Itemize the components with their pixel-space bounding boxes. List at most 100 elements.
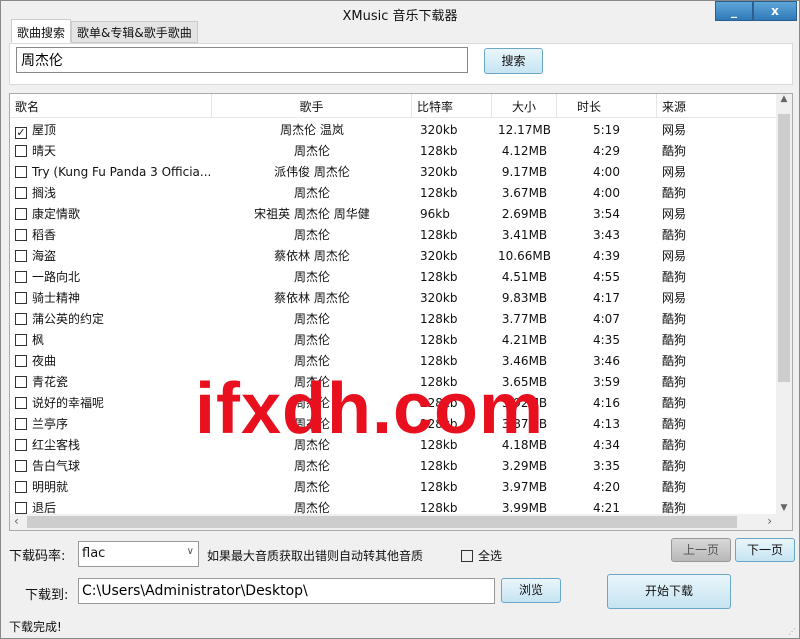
row-checkbox[interactable] <box>15 250 27 262</box>
table-row[interactable]: 明明就 周杰伦 128kb 3.97MB 4:20 酷狗 <box>10 476 777 497</box>
table-row[interactable]: 康定情歌 宋祖英 周杰伦 周华健 96kb 2.69MB 3:54 网易 <box>10 203 777 224</box>
row-checkbox[interactable] <box>15 271 27 283</box>
row-checkbox[interactable] <box>15 355 27 367</box>
tab-playlist-album[interactable]: 歌单&专辑&歌手歌曲 <box>71 21 198 43</box>
size: 3.92MB <box>501 395 548 410</box>
scroll-left-icon[interactable]: ‹ <box>14 514 19 528</box>
source: 酷狗 <box>662 396 687 410</box>
duration: 4:00 <box>593 164 620 179</box>
source: 酷狗 <box>662 354 687 368</box>
singer: 周杰伦 <box>293 396 330 410</box>
duration: 4:21 <box>593 500 620 515</box>
scroll-up-icon[interactable]: ▲ <box>776 94 792 104</box>
row-checkbox[interactable] <box>15 165 27 178</box>
table-row[interactable]: 夜曲 周杰伦 128kb 3.46MB 3:46 酷狗 <box>10 350 777 371</box>
table-row[interactable]: 骑士精神 蔡依林 周杰伦 320kb 9.83MB 4:17 网易 <box>10 287 777 308</box>
table-row[interactable]: 青花瓷 周杰伦 128kb 3.65MB 3:59 酷狗 <box>10 371 777 392</box>
size: 4.12MB <box>501 143 548 158</box>
size: 3.46MB <box>501 353 548 368</box>
source: 酷狗 <box>662 459 687 473</box>
table-row[interactable]: 说好的幸福呢 周杰伦 128kb 3.92MB 4:16 酷狗 <box>10 392 777 413</box>
select-all-checkbox[interactable]: 全选 <box>461 547 502 564</box>
next-page-button[interactable]: 下一页 <box>735 538 795 562</box>
song-name: 屋顶 <box>32 122 57 137</box>
close-button[interactable]: x <box>753 1 797 21</box>
size: 3.29MB <box>501 458 548 473</box>
row-checkbox[interactable] <box>15 313 27 325</box>
search-input[interactable] <box>16 47 468 73</box>
singer: 周杰伦 <box>293 354 330 368</box>
duration: 3:46 <box>593 353 620 368</box>
song-name: 红尘客栈 <box>32 438 81 452</box>
scroll-thumb[interactable] <box>778 114 790 382</box>
column-header-duration[interactable]: 时长 <box>557 94 657 118</box>
tab-song-search[interactable]: 歌曲搜索 <box>11 19 72 43</box>
table-row[interactable]: Try (Kung Fu Panda 3 Officia... 派伟俊 周杰伦 … <box>10 161 777 182</box>
search-panel: 搜索 <box>9 43 793 85</box>
singer: 周杰伦 <box>293 438 330 452</box>
column-header-size[interactable]: 大小 <box>492 94 557 118</box>
row-checkbox[interactable] <box>15 481 27 493</box>
song-name: 稻香 <box>32 228 57 242</box>
browse-button[interactable]: 浏览 <box>501 578 561 603</box>
table-row[interactable]: 红尘客栈 周杰伦 128kb 4.18MB 4:34 酷狗 <box>10 434 777 455</box>
table-row[interactable]: 枫 周杰伦 128kb 4.21MB 4:35 酷狗 <box>10 329 777 350</box>
column-header-bitrate[interactable]: 比特率 <box>412 94 492 118</box>
row-checkbox[interactable] <box>15 418 27 430</box>
row-checkbox[interactable]: ✓ <box>15 126 27 139</box>
size: 9.17MB <box>501 164 548 179</box>
size: 12.17MB <box>498 122 551 137</box>
table-row[interactable]: 海盗 蔡依林 周杰伦 320kb 10.66MB 4:39 网易 <box>10 245 777 266</box>
prev-page-button[interactable]: 上一页 <box>671 538 731 562</box>
bitrate: 128kb <box>420 332 458 347</box>
row-checkbox[interactable] <box>15 292 27 304</box>
row-checkbox[interactable] <box>15 229 27 241</box>
select-all-label: 全选 <box>478 549 503 563</box>
song-name: 说好的幸福呢 <box>32 396 105 410</box>
chevron-down-icon: ∨ <box>186 546 194 557</box>
row-checkbox[interactable] <box>15 145 27 157</box>
singer: 蔡依林 周杰伦 <box>274 249 350 263</box>
table-row[interactable]: 一路向北 周杰伦 128kb 4.51MB 4:55 酷狗 <box>10 266 777 287</box>
table-row[interactable]: 稻香 周杰伦 128kb 3.41MB 3:43 酷狗 <box>10 224 777 245</box>
row-checkbox[interactable] <box>15 334 27 346</box>
horizontal-scrollbar[interactable]: ‹ › <box>10 514 792 530</box>
table-row[interactable]: ✓ 屋顶 周杰伦 温岚 320kb 12.17MB 5:19 网易 <box>10 119 777 140</box>
start-download-button[interactable]: 开始下载 <box>607 574 731 609</box>
singer: 周杰伦 温岚 <box>280 123 344 137</box>
scroll-right-icon[interactable]: › <box>767 514 772 528</box>
size: 10.66MB <box>498 248 551 263</box>
table-row[interactable]: 兰亭序 周杰伦 128kb 3.87MB 4:13 酷狗 <box>10 413 777 434</box>
row-checkbox[interactable] <box>15 460 27 472</box>
row-checkbox[interactable] <box>15 397 27 409</box>
table-row[interactable]: 搁浅 周杰伦 128kb 3.67MB 4:00 酷狗 <box>10 182 777 203</box>
duration: 4:55 <box>593 269 620 284</box>
song-name: 明明就 <box>32 480 69 494</box>
column-header-source[interactable]: 来源 <box>657 94 777 118</box>
bitrate: 320kb <box>420 290 458 305</box>
minimize-button[interactable]: _ <box>715 1 753 21</box>
row-checkbox[interactable] <box>15 376 27 388</box>
row-checkbox[interactable] <box>15 208 27 220</box>
resize-grip-icon[interactable]: ⋰ <box>788 627 796 636</box>
search-button[interactable]: 搜索 <box>484 48 543 74</box>
column-header-name[interactable]: 歌名 <box>10 94 212 118</box>
song-name: 兰亭序 <box>32 417 69 431</box>
table-row[interactable]: 晴天 周杰伦 128kb 4.12MB 4:29 酷狗 <box>10 140 777 161</box>
row-checkbox[interactable] <box>15 502 27 514</box>
size: 4.51MB <box>501 269 548 284</box>
row-checkbox[interactable] <box>15 187 27 199</box>
table-row[interactable]: 告白气球 周杰伦 128kb 3.29MB 3:35 酷狗 <box>10 455 777 476</box>
download-path-input[interactable] <box>78 578 495 604</box>
table-row[interactable]: 蒲公英的约定 周杰伦 128kb 3.77MB 4:07 酷狗 <box>10 308 777 329</box>
vertical-scrollbar[interactable]: ▲ ▼ <box>776 94 792 515</box>
scroll-down-icon[interactable]: ▼ <box>776 503 792 513</box>
song-name: 蒲公英的约定 <box>32 312 105 326</box>
h-scroll-thumb[interactable] <box>27 516 737 528</box>
singer: 蔡依林 周杰伦 <box>274 291 350 305</box>
row-checkbox[interactable] <box>15 439 27 451</box>
bitrate: 128kb <box>420 227 458 242</box>
bitrate: 128kb <box>420 185 458 200</box>
bitrate-select[interactable]: flac ∨ <box>78 541 199 567</box>
column-header-singer[interactable]: 歌手 <box>212 94 412 118</box>
